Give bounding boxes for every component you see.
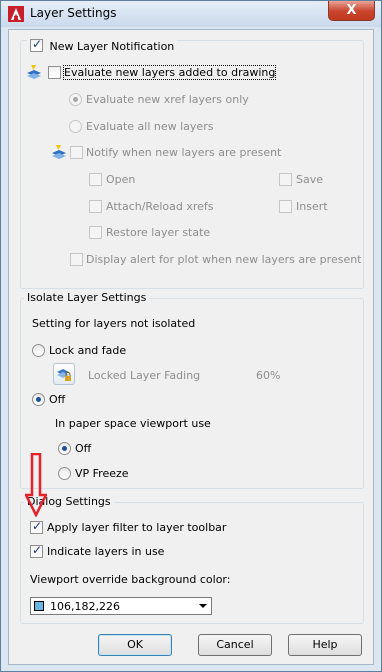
cancel-button[interactable]: Cancel bbox=[198, 634, 272, 656]
vp-freeze-radio[interactable] bbox=[58, 467, 71, 480]
viewport-bg-color-label: Viewport override background color: bbox=[30, 573, 231, 586]
isolate-off-label: Off bbox=[49, 393, 66, 406]
evaluate-xref-only-radio[interactable] bbox=[69, 93, 82, 106]
evaluate-new-layers-label[interactable]: Evaluate new layers added to drawing bbox=[62, 65, 277, 80]
attach-reload-label: Attach/Reload xrefs bbox=[106, 200, 214, 213]
lock-and-fade-radio[interactable] bbox=[32, 344, 45, 357]
locked-fading-icon[interactable] bbox=[53, 363, 75, 385]
isolate-off-radio[interactable] bbox=[32, 393, 45, 406]
new-layer-notification-label: New Layer Notification bbox=[49, 40, 175, 53]
insert-checkbox[interactable] bbox=[279, 200, 292, 213]
paper-space-off-label: Off bbox=[75, 442, 92, 455]
chevron-down-icon[interactable] bbox=[199, 604, 207, 608]
locked-fading-value: 60% bbox=[256, 369, 281, 382]
apply-layer-filter-label: Apply layer filter to layer toolbar bbox=[47, 521, 227, 534]
vp-freeze-label: VP Freeze bbox=[75, 467, 129, 480]
red-arrow-annotation bbox=[25, 453, 47, 517]
notify-new-layers-checkbox[interactable] bbox=[70, 146, 83, 159]
evaluate-new-layers-checkbox[interactable] bbox=[48, 66, 61, 79]
new-layer-notification-legend: ✓ New Layer Notification bbox=[27, 37, 178, 53]
color-swatch bbox=[34, 601, 44, 611]
attach-reload-checkbox[interactable] bbox=[89, 200, 102, 213]
save-label: Save bbox=[296, 173, 324, 186]
insert-label: Insert bbox=[296, 200, 328, 213]
restore-layer-state-label: Restore layer state bbox=[106, 226, 211, 239]
apply-layer-filter-checkbox[interactable]: ✓ bbox=[30, 519, 43, 534]
title-bar[interactable]: Layer Settings X bbox=[1, 1, 381, 27]
open-checkbox[interactable] bbox=[89, 173, 102, 186]
layer-settings-window: Layer Settings X ✓ New Layer Notificatio… bbox=[0, 0, 382, 672]
evaluate-all-radio[interactable] bbox=[69, 120, 82, 133]
new-layer-notification-checkbox[interactable]: ✓ bbox=[30, 37, 43, 52]
lock-layers-icon bbox=[57, 369, 71, 381]
indicate-layers-label: Indicate layers in use bbox=[47, 545, 165, 558]
notify-new-layers-label: Notify when new layers are present bbox=[86, 146, 282, 159]
display-alert-plot-checkbox[interactable] bbox=[70, 253, 83, 266]
viewport-bg-color-select[interactable]: 106,182,226 bbox=[30, 597, 212, 615]
save-checkbox[interactable] bbox=[279, 173, 292, 186]
indicate-layers-checkbox[interactable]: ✓ bbox=[30, 543, 43, 558]
layer-notification-icon bbox=[27, 65, 41, 79]
notify-layers-icon bbox=[52, 145, 66, 159]
close-button[interactable]: X bbox=[328, 1, 375, 21]
evaluate-all-label: Evaluate all new layers bbox=[86, 120, 214, 133]
not-isolated-subtitle: Setting for layers not isolated bbox=[32, 317, 196, 330]
ok-button[interactable]: OK bbox=[98, 634, 172, 656]
restore-layer-state-checkbox[interactable] bbox=[89, 226, 102, 239]
window-title: Layer Settings bbox=[30, 6, 117, 20]
display-alert-plot-label: Display alert for plot when new layers a… bbox=[86, 253, 362, 266]
evaluate-xref-only-label: Evaluate new xref layers only bbox=[86, 93, 249, 106]
lock-and-fade-label: Lock and fade bbox=[49, 344, 127, 357]
isolate-layer-settings-legend: Isolate Layer Settings bbox=[24, 292, 150, 304]
paper-space-off-radio[interactable] bbox=[58, 442, 71, 455]
dialog-body: ✓ New Layer Notification Evaluate new la… bbox=[8, 29, 374, 665]
autocad-icon bbox=[8, 6, 24, 22]
color-value: 106,182,226 bbox=[50, 600, 120, 613]
help-button[interactable]: Help bbox=[288, 634, 362, 656]
locked-fading-label: Locked Layer Fading bbox=[88, 369, 201, 382]
open-label: Open bbox=[106, 173, 136, 186]
paper-space-label: In paper space viewport use bbox=[55, 417, 211, 430]
